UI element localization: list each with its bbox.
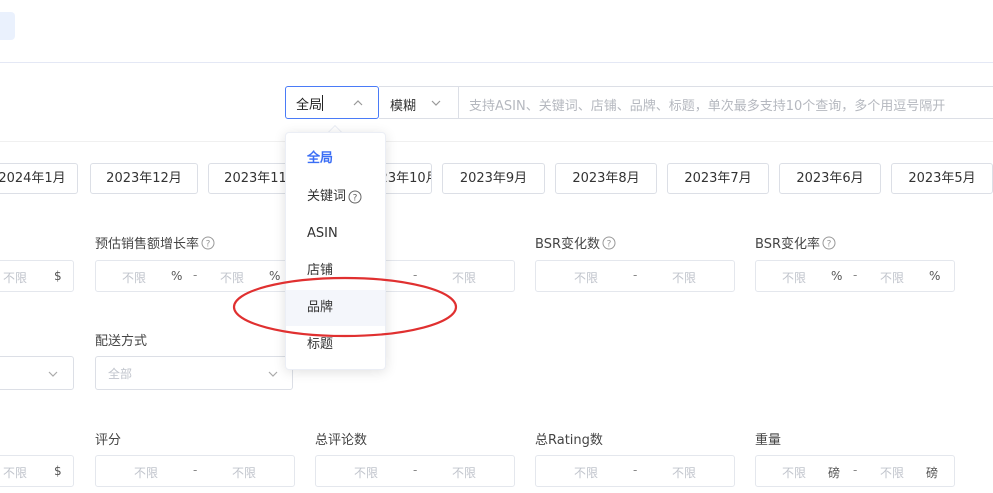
- question-circle-icon[interactable]: ?: [822, 236, 836, 250]
- range-separator: -: [633, 268, 638, 282]
- range-input-rating-count[interactable]: 不限 - 不限: [535, 455, 735, 487]
- range-separator: -: [193, 463, 198, 477]
- bsr-change-rate-label: BSR变化率 ?: [755, 233, 836, 252]
- svg-text:?: ?: [353, 194, 358, 204]
- svg-text:?: ?: [607, 239, 612, 249]
- range-input-bsr-change[interactable]: 不限 - 不限: [535, 260, 735, 292]
- range-input-weight[interactable]: 不限 磅 - 不限 磅: [755, 455, 955, 487]
- dropdown-item-keyword[interactable]: 关键词 ?: [286, 179, 385, 215]
- match-mode-select[interactable]: 模糊: [379, 86, 459, 119]
- unit-label: $: [54, 464, 62, 478]
- rating-count-label: 总Rating数: [535, 433, 603, 448]
- month-button[interactable]: 2023年5月: [891, 163, 993, 194]
- range-separator: -: [193, 268, 198, 282]
- unit-label: %: [831, 269, 843, 283]
- bsr-change-label: BSR变化数 ?: [535, 233, 616, 252]
- month-button[interactable]: 2023年9月: [442, 163, 545, 194]
- range-max-placeholder: 不限: [3, 271, 28, 285]
- range-input-reviews[interactable]: 不限 - 不限: [315, 455, 515, 487]
- reviews-label: 总评论数: [315, 433, 368, 448]
- bsr-change-label-text: BSR变化数: [535, 237, 600, 252]
- range-min-placeholder: 不限: [574, 466, 599, 480]
- scope-select-value: 全局: [296, 98, 323, 113]
- sales-growth-label-text: 预估销售额增长率: [95, 237, 200, 252]
- range-min-placeholder: 不限: [122, 271, 147, 285]
- range-min-placeholder: 不限: [354, 466, 379, 480]
- search-input[interactable]: 支持ASIN、关键词、店铺、品牌、标题，单次最多支持10个查询，多个用逗号隔开: [459, 86, 993, 119]
- delivery-select[interactable]: 全部: [95, 356, 293, 390]
- month-button[interactable]: 2023年8月: [555, 163, 657, 194]
- unit-label: %: [171, 269, 183, 283]
- dropdown-item-label: 全局: [307, 151, 334, 166]
- unit-label: 磅: [926, 466, 939, 480]
- range-min-placeholder: 不限: [782, 466, 807, 480]
- unit-label: $: [54, 269, 62, 283]
- range-input-row3-left[interactable]: 不限 $: [0, 455, 74, 487]
- weight-label: 重量: [755, 433, 782, 448]
- range-separator: -: [853, 268, 858, 282]
- bsr-change-rate-label-text: BSR变化率: [755, 237, 820, 252]
- month-button[interactable]: 2023年7月: [667, 163, 769, 194]
- range-input-price[interactable]: 不限 $: [0, 260, 74, 292]
- chevron-down-icon[interactable]: [268, 369, 278, 379]
- range-max-placeholder: 不限: [672, 271, 697, 285]
- range-input-rating[interactable]: 不限 - 不限: [95, 455, 295, 487]
- annotation-ellipse: [232, 276, 458, 338]
- dropdown-item-global[interactable]: 全局: [286, 141, 385, 177]
- range-separator: -: [413, 463, 418, 477]
- range-max-placeholder: 不限: [880, 466, 905, 480]
- rating-label: 评分: [95, 433, 122, 448]
- text-caret: [322, 95, 323, 111]
- range-min-placeholder: 不限: [134, 466, 159, 480]
- sales-growth-label: 预估销售额增长率 ?: [95, 233, 215, 252]
- month-button[interactable]: 2023年6月: [779, 163, 881, 194]
- range-separator: -: [633, 463, 638, 477]
- range-max-placeholder: 不限: [452, 466, 477, 480]
- delivery-select-value: 全部: [108, 367, 133, 381]
- scope-select[interactable]: 全局: [285, 86, 379, 119]
- chevron-down-icon[interactable]: [431, 98, 441, 108]
- svg-text:?: ?: [206, 239, 211, 249]
- chevron-down-icon[interactable]: [48, 369, 58, 379]
- range-input-bsr-change-rate[interactable]: 不限 % - 不限 %: [755, 260, 955, 292]
- month-button[interactable]: 2024年1月: [0, 163, 78, 194]
- question-circle-icon[interactable]: ?: [201, 236, 215, 250]
- range-max-placeholder: 不限: [232, 466, 257, 480]
- dropdown-item-label: ASIN: [307, 226, 338, 241]
- range-max-placeholder: 不限: [880, 271, 905, 285]
- chevron-up-icon[interactable]: [353, 98, 363, 108]
- select-left[interactable]: [0, 356, 74, 390]
- month-button[interactable]: 2023年12月: [90, 163, 198, 194]
- search-divider: [0, 141, 993, 142]
- tab-fragment[interactable]: [0, 12, 15, 40]
- svg-text:?: ?: [827, 239, 832, 249]
- unit-label: 磅: [828, 466, 841, 480]
- delivery-label: 配送方式: [95, 334, 148, 349]
- match-mode-value: 模糊: [390, 99, 417, 114]
- search-placeholder: 支持ASIN、关键词、店铺、品牌、标题，单次最多支持10个查询，多个用逗号隔开: [469, 99, 946, 114]
- header-divider: [0, 62, 993, 63]
- question-circle-icon[interactable]: ?: [602, 236, 616, 250]
- range-separator: -: [853, 463, 858, 477]
- dropdown-item-label: 关键词: [307, 189, 347, 204]
- question-circle-icon[interactable]: ?: [348, 190, 362, 204]
- range-min-placeholder: 不限: [574, 271, 599, 285]
- range-min-placeholder: 不限: [782, 271, 807, 285]
- unit-label: %: [929, 269, 941, 283]
- range-max-placeholder: 不限: [3, 466, 28, 480]
- range-max-placeholder: 不限: [672, 466, 697, 480]
- dropdown-item-asin[interactable]: ASIN: [286, 216, 385, 252]
